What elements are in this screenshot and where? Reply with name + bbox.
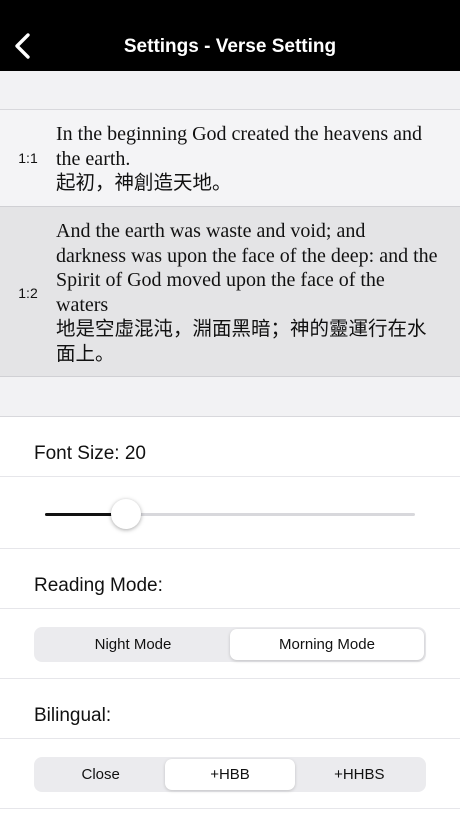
verse-row-1-1[interactable]: 1:1 In the beginning God created the hea… <box>0 110 460 207</box>
morning-mode-option[interactable]: Morning Mode <box>230 629 424 660</box>
verse-number: 1:1 <box>18 150 38 166</box>
bilingual-segmented-control: Close +HBB +HHBS <box>34 757 426 792</box>
verse-english-text: In the beginning God created the heavens… <box>56 123 422 170</box>
verse-chinese-text: 起初，神創造天地。 <box>56 171 232 195</box>
verse-row-1-2[interactable]: 1:2 And the earth was waste and void; an… <box>0 207 460 377</box>
night-mode-option[interactable]: Night Mode <box>36 629 230 660</box>
reading-mode-control-row: Night Mode Morning Mode <box>0 609 460 679</box>
close-option[interactable]: Close <box>36 759 165 790</box>
verse-text: In the beginning God created the heavens… <box>56 122 440 196</box>
verse-number: 1:2 <box>18 285 38 301</box>
hbb-option[interactable]: +HBB <box>165 759 295 790</box>
reading-mode-segmented-control: Night Mode Morning Mode <box>34 627 426 662</box>
page-title: Settings - Verse Setting <box>123 36 337 57</box>
reading-mode-label: Reading Mode: <box>34 575 163 596</box>
bilingual-control-row: Close +HBB +HHBS <box>0 739 460 809</box>
section-spacer <box>0 377 460 417</box>
font-size-slider-row <box>0 477 460 549</box>
navigation-bar: Settings - Verse Setting <box>0 0 460 71</box>
font-size-label: Font Size: 20 <box>34 443 146 464</box>
verse-english-text: And the earth was waste and void; and da… <box>56 220 438 316</box>
verse-text: And the earth was waste and void; and da… <box>56 219 440 367</box>
verse-chinese-text: 地是空虛混沌，淵面黑暗；神的靈運行在水面上。 <box>56 317 427 365</box>
settings-panel: Font Size: 20 Reading Mode: Night Mode M… <box>0 417 460 818</box>
bilingual-row: Bilingual: <box>0 679 460 739</box>
slider-thumb[interactable] <box>111 499 142 529</box>
reading-mode-row: Reading Mode: <box>0 549 460 609</box>
bilingual-label: Bilingual: <box>34 705 112 726</box>
font-size-row: Font Size: 20 <box>0 417 460 477</box>
hhbs-option[interactable]: +HHBS <box>295 759 424 790</box>
section-spacer <box>0 71 460 110</box>
font-size-slider[interactable] <box>45 499 415 529</box>
